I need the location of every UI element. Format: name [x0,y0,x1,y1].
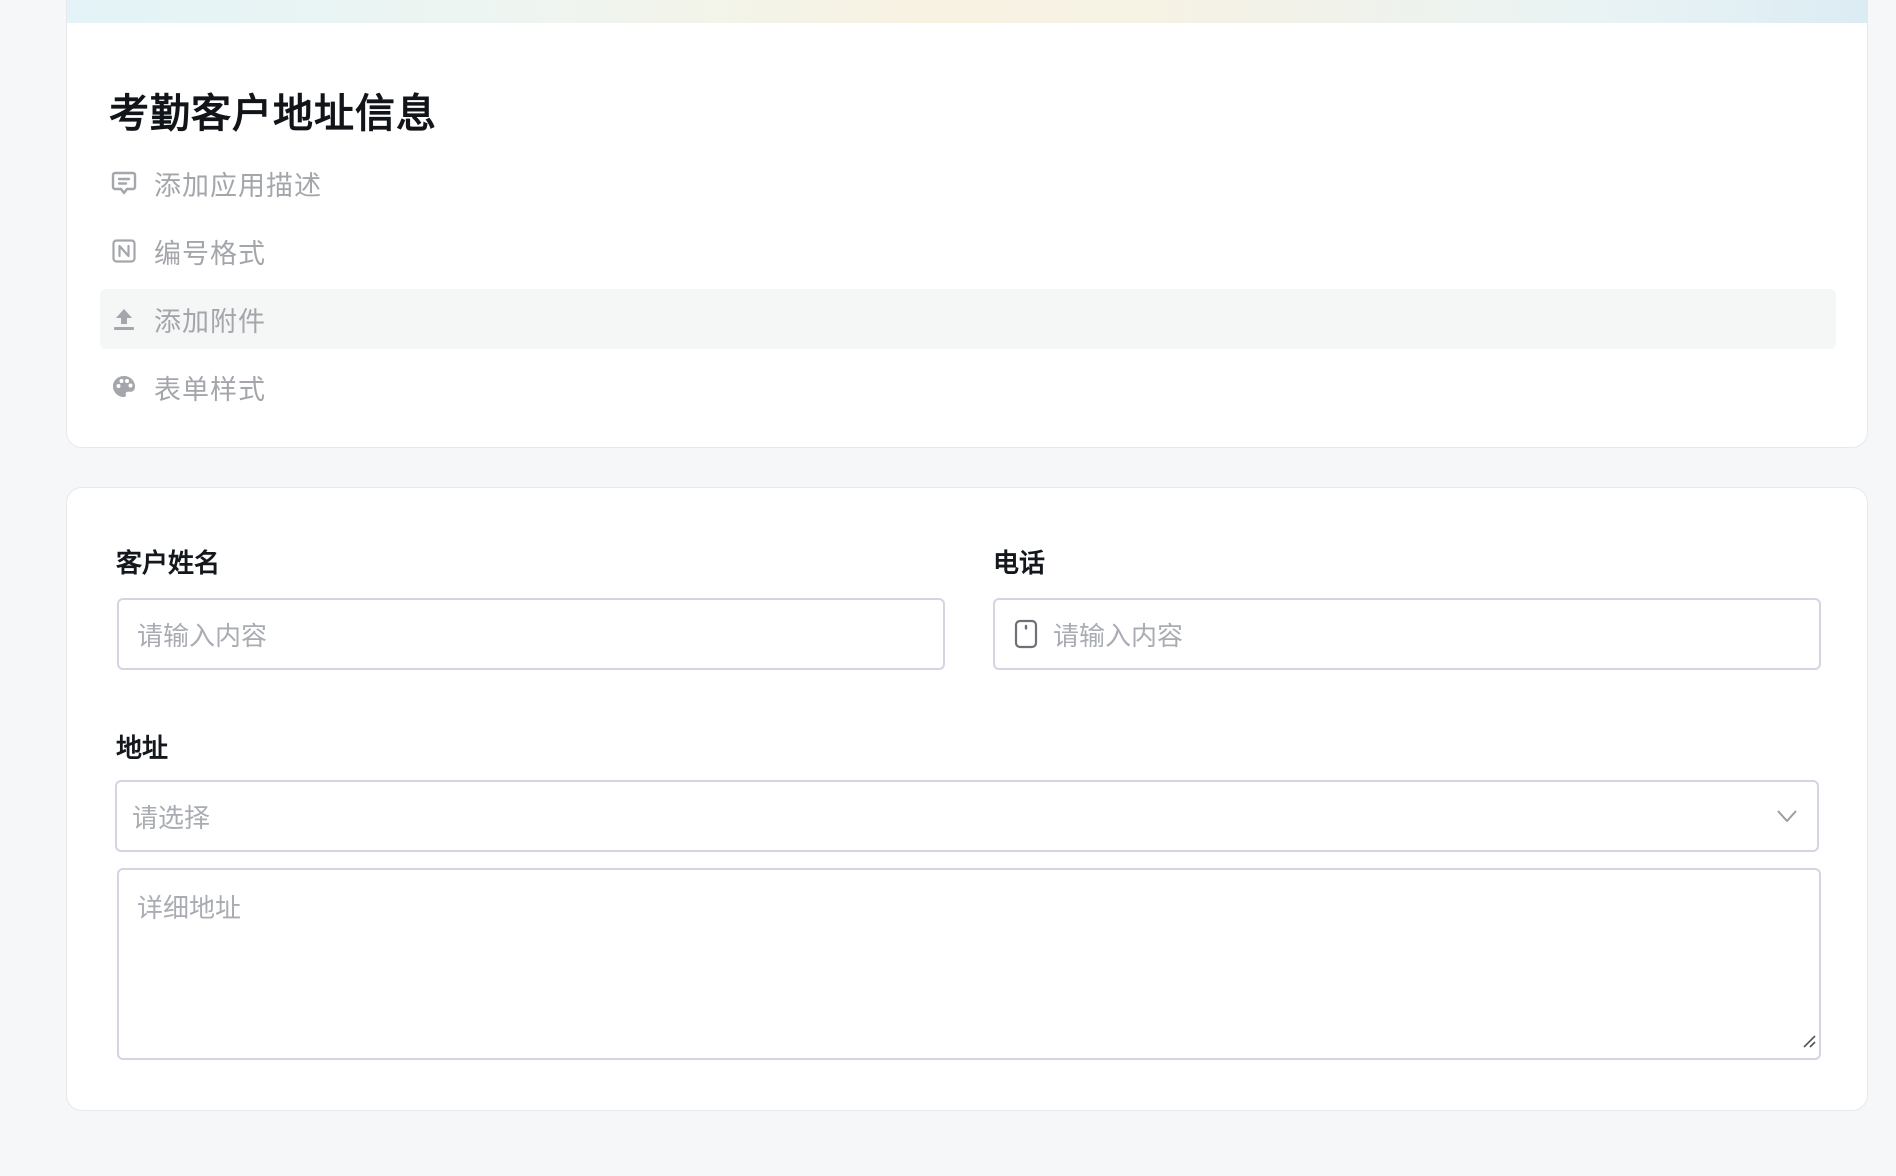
customer-name-label: 客户姓名 [116,549,221,579]
address-detail-placeholder: 详细地址 [137,894,242,924]
form-card: 客户姓名 请输入内容 电话 请输入内容 地址 请选择 详细地址 [66,487,1868,1111]
menu-item-add-description[interactable]: 添加应用描述 [100,153,1836,213]
phone-placeholder: 请输入内容 [1053,621,1184,652]
phone-icon [1013,619,1039,649]
chevron-down-icon [1775,804,1799,835]
header-banner [67,0,1867,23]
address-select-placeholder: 请选择 [132,803,211,834]
customer-name-input[interactable]: 请输入内容 [117,598,945,670]
numbering-icon [110,237,138,265]
menu-item-numbering-format[interactable]: 编号格式 [100,221,1836,281]
resize-handle-icon[interactable] [1801,1026,1817,1056]
menu-item-label: 添加应用描述 [154,170,322,202]
menu-item-add-attachment[interactable]: 添加附件 [100,289,1836,349]
palette-icon [110,373,138,401]
menu-item-form-style[interactable]: 表单样式 [100,357,1836,417]
address-label: 地址 [116,734,169,764]
phone-label: 电话 [993,549,1046,579]
address-select[interactable]: 请选择 [115,780,1819,852]
upload-icon [110,305,138,333]
customer-name-placeholder: 请输入内容 [137,621,268,652]
app-info-card: 考勤客户地址信息 添加应用描述 编号格式 添加附件 表单样式 [66,0,1868,448]
phone-input[interactable]: 请输入内容 [993,598,1821,670]
menu-item-label: 表单样式 [154,374,266,406]
address-detail-textarea[interactable]: 详细地址 [117,868,1821,1060]
menu-item-label: 添加附件 [154,306,266,338]
app-title: 考勤客户地址信息 [109,91,437,137]
comment-icon [110,169,138,197]
menu-item-label: 编号格式 [154,238,266,270]
